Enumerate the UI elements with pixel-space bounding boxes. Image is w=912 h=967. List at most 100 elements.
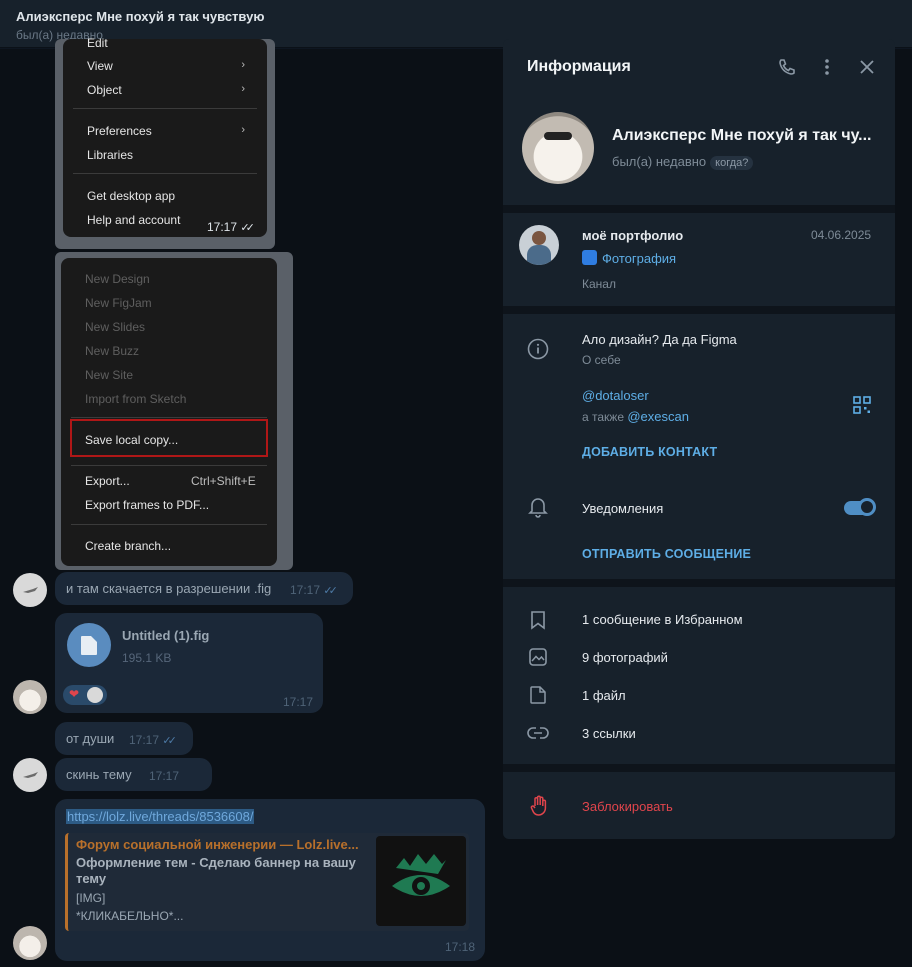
bio-label: О себе	[582, 353, 621, 367]
preview-thumbnail	[376, 836, 466, 926]
block-button[interactable]: Заблокировать	[582, 799, 673, 814]
dove-icon	[23, 772, 38, 778]
when-pill[interactable]: когда?	[710, 156, 754, 170]
channel-name[interactable]: моё портфолио	[582, 228, 683, 243]
panel-title: Информация	[527, 58, 631, 75]
file-size: 195.1 KB	[122, 651, 172, 665]
person-body	[527, 245, 551, 265]
shortcut-label: Ctrl+Shift+E	[191, 474, 256, 488]
message-time: 17:17 ✓✓	[290, 583, 338, 597]
read-ticks-icon: ✓✓	[240, 222, 255, 234]
menu-divider	[71, 524, 267, 525]
read-ticks-icon: ✓✓	[323, 585, 338, 597]
file-icon	[530, 686, 546, 709]
qr-code-icon[interactable]	[853, 396, 871, 419]
link-icon	[527, 725, 549, 746]
message-time: 17:17 ✓✓	[129, 733, 177, 747]
message-bubble[interactable]: скинь тему 17:17	[55, 758, 212, 791]
add-contact-button[interactable]: ДОБАВИТЬ КОНТАКТ	[582, 445, 717, 459]
menu-item-edit: Edit	[87, 36, 108, 50]
bio-text: Ало дизайн? Да да Figma	[582, 332, 737, 347]
menu-item-view: View	[87, 59, 113, 73]
menu-item-create-branch: Create branch...	[85, 539, 172, 553]
person-icon	[532, 231, 546, 245]
menu-item-new-design: New Design	[85, 272, 150, 286]
section-divider	[503, 306, 895, 314]
image-message[interactable]: Edit View › Object › Preferences › Libra…	[55, 36, 275, 249]
menu-item-export: Export...	[85, 474, 130, 488]
message-time: 17:17	[283, 695, 314, 709]
avatar[interactable]	[13, 926, 47, 960]
figma-file-menu: New Design New FigJam New Slides New Buz…	[61, 258, 277, 566]
image-message[interactable]: New Design New FigJam New Slides New Buz…	[55, 252, 293, 570]
link-message[interactable]: https://lolz.live/threads/8536608/ Форум…	[55, 799, 485, 961]
channel-subtitle: Фотография	[602, 251, 677, 266]
section-divider	[503, 579, 895, 587]
message-bubble[interactable]: от души 17:17 ✓✓	[55, 722, 193, 755]
message-text: скинь тему	[66, 767, 132, 782]
message-time: 17:18	[445, 940, 476, 954]
notifications-label: Уведомления	[582, 501, 664, 516]
bookmark-icon	[530, 610, 546, 635]
message-link[interactable]: https://lolz.live/threads/8536608/	[66, 809, 255, 824]
preview-title: Оформление тем - Сделаю баннер на вашу т…	[76, 855, 356, 886]
chat-title: Алиэксперс Мне похуй я так чувствую	[16, 9, 265, 24]
files-item[interactable]: 1 файл	[582, 688, 626, 703]
file-message[interactable]: Untitled (1).fig 195.1 KB ❤ 17:17	[55, 613, 323, 713]
channel-avatar[interactable]	[519, 225, 559, 265]
file-name: Untitled (1).fig	[122, 628, 210, 643]
menu-divider	[71, 465, 267, 466]
menu-item-new-slides: New Slides	[85, 320, 146, 334]
section-divider	[503, 205, 895, 213]
channel-type: Канал	[582, 277, 616, 291]
menu-item-object: Object	[87, 83, 122, 97]
phone-icon[interactable]	[777, 57, 797, 82]
section-divider	[503, 764, 895, 772]
avatar[interactable]	[13, 680, 47, 714]
menu-divider	[71, 417, 267, 418]
profile-name: Алиэксперс Мне похуй я так чу...	[612, 127, 872, 144]
close-icon[interactable]	[857, 57, 877, 82]
message-time: 17:17 ✓✓	[207, 220, 255, 234]
avatar[interactable]	[13, 573, 47, 607]
links-item[interactable]: 3 ссылки	[582, 726, 636, 741]
menu-item-preferences: Preferences	[87, 124, 152, 138]
profile-status: был(а) недавно когда?	[612, 154, 754, 170]
dove-icon	[23, 587, 38, 593]
username-link[interactable]: @dotaloser	[582, 388, 649, 403]
info-panel: Информация Алиэксперс Мне похуй я так чу…	[503, 39, 895, 839]
saved-messages-item[interactable]: 1 сообщение в Избранном	[582, 612, 743, 627]
photo-icon	[529, 648, 547, 671]
menu-item-import-sketch: Import from Sketch	[85, 392, 187, 406]
chevron-right-icon: ›	[241, 59, 245, 71]
also-known: а также @exescan	[582, 409, 689, 424]
avatar[interactable]	[13, 758, 47, 792]
notifications-toggle[interactable]	[844, 498, 876, 516]
hand-stop-icon	[529, 795, 549, 822]
alt-username-link[interactable]: @exescan	[627, 409, 689, 424]
menu-item-export-pdf: Export frames to PDF...	[85, 498, 210, 512]
channel-date: 04.06.2025	[811, 228, 872, 242]
menu-item-new-figjam: New FigJam	[85, 296, 152, 310]
file-icon[interactable]	[67, 623, 111, 667]
highlight-box	[70, 419, 268, 457]
photo-emoji-icon	[582, 250, 597, 265]
preview-text: [IMG]	[76, 891, 106, 905]
photos-item[interactable]: 9 фотографий	[582, 650, 668, 665]
link-preview[interactable]: Форум социальной инженерии — Lolz.live..…	[65, 833, 469, 931]
preview-site: Форум социальной инженерии — Lolz.live..…	[76, 837, 359, 852]
reaction-chip[interactable]: ❤	[63, 685, 107, 705]
menu-item-desktop-app: Get desktop app	[87, 189, 176, 203]
bell-icon	[528, 496, 548, 523]
profile-avatar[interactable]	[522, 112, 594, 184]
eye-logo-icon	[392, 854, 450, 896]
message-text: от души	[66, 731, 115, 746]
chevron-right-icon: ›	[241, 83, 245, 95]
message-bubble[interactable]: и там скачается в разрешении .fig 17:17 …	[55, 572, 353, 605]
more-vertical-icon[interactable]	[817, 57, 837, 82]
menu-item-help: Help and account	[87, 213, 181, 227]
info-icon	[527, 338, 549, 365]
sunglasses-icon	[544, 132, 572, 140]
send-message-button[interactable]: ОТПРАВИТЬ СООБЩЕНИЕ	[582, 547, 751, 561]
menu-item-libraries: Libraries	[87, 148, 134, 162]
